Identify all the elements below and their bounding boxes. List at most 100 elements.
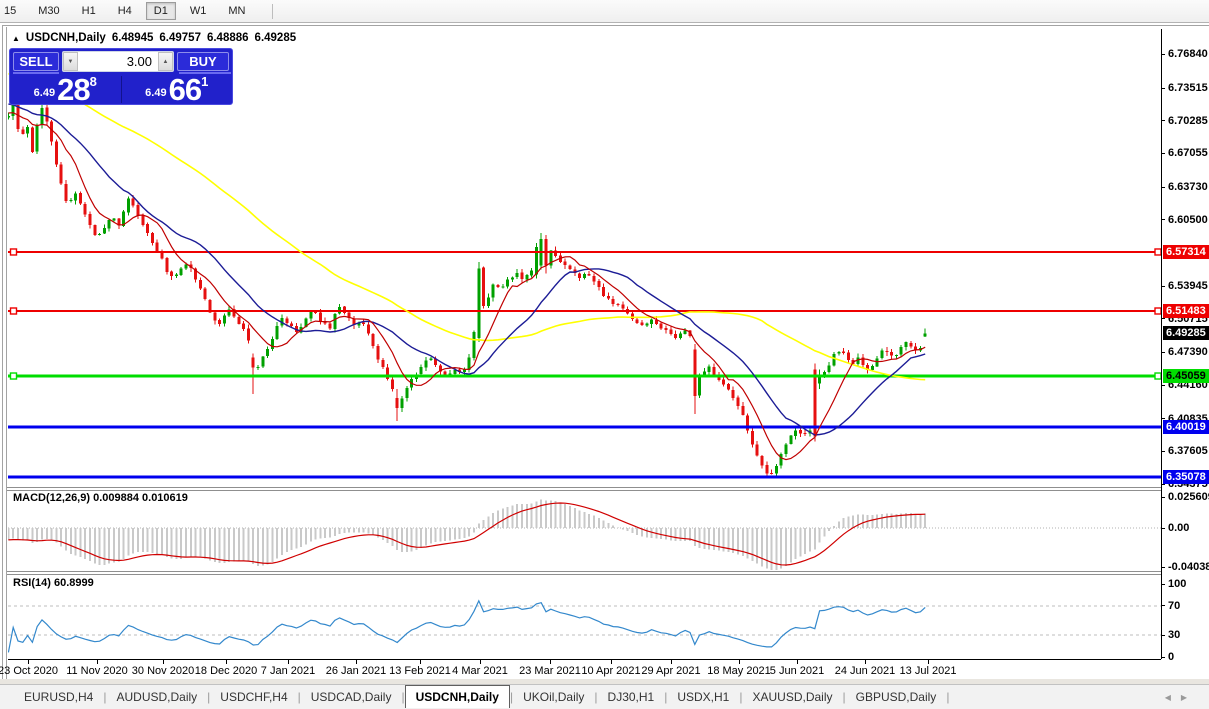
volume-input[interactable]: 3.00 xyxy=(78,54,158,69)
line-handle[interactable] xyxy=(11,373,17,379)
volume-increase-icon[interactable]: ▲ xyxy=(158,52,173,71)
chart-title: ▲ USDCNH,Daily 6.48945 6.49757 6.48886 6… xyxy=(12,31,302,45)
macd-pane-separator[interactable] xyxy=(7,487,1209,491)
chart-tab-dj30[interactable]: DJ30,H1 xyxy=(598,687,665,708)
chart-tab-bar: EURUSD,H4|AUDUSD,Daily|USDCHF,H4|USDCAD,… xyxy=(0,684,1209,709)
price-pane xyxy=(8,74,1161,477)
date-tick xyxy=(739,660,740,664)
chart-tab-eurusd[interactable]: EURUSD,H4 xyxy=(14,687,103,708)
timeframe-buttons: 15 M30 H1 H4 D1 W1 MN xyxy=(0,2,256,20)
date-tick xyxy=(550,660,551,664)
date-tick xyxy=(28,660,29,664)
macd-axis-tick: -0.040386 xyxy=(1162,560,1209,574)
price-tick: 6.67055 xyxy=(1162,146,1208,160)
symbol-marker-icon: ▲ xyxy=(12,34,20,43)
date-tick xyxy=(928,660,929,664)
timeframe-w1[interactable]: W1 xyxy=(182,2,215,20)
date-label: 10 Apr 2021 xyxy=(581,665,640,677)
rsi-axis-tick: 70 xyxy=(1162,599,1180,613)
bid-price-prefix: 6.49 xyxy=(34,88,55,102)
level-price-label: 6.57314 xyxy=(1163,245,1209,259)
date-tick xyxy=(797,660,798,664)
tab-scroll-arrows: ◀ ▶ xyxy=(1165,685,1187,709)
date-axis[interactable]: 23 Oct 202011 Nov 202030 Nov 202018 Dec … xyxy=(8,659,1161,679)
date-tick xyxy=(865,660,866,664)
ohlc-high: 6.49757 xyxy=(159,32,201,44)
volume-stepper: ▼ 3.00 ▲ xyxy=(62,51,174,72)
volume-decrease-icon[interactable]: ▼ xyxy=(63,52,78,71)
date-tick xyxy=(671,660,672,664)
timeframe-h1[interactable]: H1 xyxy=(74,2,104,20)
chart-border-left xyxy=(6,27,7,680)
price-tick: 6.60500 xyxy=(1162,213,1208,227)
price-tick: 6.63730 xyxy=(1162,180,1208,194)
timeframe-d1[interactable]: D1 xyxy=(146,2,176,20)
chart-tab-usdcad[interactable]: USDCAD,Daily xyxy=(301,687,402,708)
price-tick: 6.37605 xyxy=(1162,444,1208,458)
rsi-axis-tick: 0 xyxy=(1162,650,1174,664)
level-price-label: 6.51483 xyxy=(1163,304,1209,318)
price-axis[interactable]: 6.76840 6.73515 6.70285 6.67055 6.63730 6.605… xyxy=(1161,29,1209,659)
chart-tab-usdchf[interactable]: USDCHF,H4 xyxy=(210,687,297,708)
timeframe-toolbar: 15 M30 H1 H4 D1 W1 MN xyxy=(0,0,1209,23)
chart-symbol-period: USDCNH,Daily xyxy=(26,32,106,44)
tab-scroll-left-icon[interactable]: ◀ xyxy=(1165,693,1171,702)
date-label: 29 Apr 2021 xyxy=(641,665,700,677)
line-handle[interactable] xyxy=(11,308,17,314)
chart-tab-usdx[interactable]: USDX,H1 xyxy=(667,687,739,708)
ohlc-close: 6.49285 xyxy=(255,32,297,44)
sell-button[interactable]: SELL xyxy=(13,52,59,71)
date-tick xyxy=(480,660,481,664)
chart-tab-ukoil[interactable]: UKOil,Daily xyxy=(513,687,594,708)
one-click-trading-panel: SELL ▼ 3.00 ▲ BUY 6.49 28 8 6.49 66 1 xyxy=(9,48,233,105)
date-tick xyxy=(611,660,612,664)
chart-tab-xauusd[interactable]: XAUUSD,Daily xyxy=(742,687,842,708)
chart-canvas xyxy=(8,29,1161,659)
date-tick xyxy=(226,660,227,664)
rsi-indicator-label: RSI(14) 60.8999 xyxy=(13,577,94,589)
date-label: 7 Jan 2021 xyxy=(261,665,315,677)
chart-tab-audusd[interactable]: AUDUSD,Daily xyxy=(106,687,207,708)
macd-indicator-label: MACD(12,26,9) 0.009884 0.010619 xyxy=(13,492,188,504)
price-tick: 6.73515 xyxy=(1162,81,1208,95)
ma-8-line xyxy=(8,113,925,460)
macd-pane xyxy=(8,499,1161,570)
date-tick xyxy=(288,660,289,664)
timeframe-mn[interactable]: MN xyxy=(220,2,253,20)
price-tick: 6.53945 xyxy=(1162,279,1208,293)
date-label: 23 Oct 2020 xyxy=(0,665,58,677)
level-price-label: 6.35078 xyxy=(1163,470,1209,484)
tab-separator: | xyxy=(946,690,949,704)
ohlc-low: 6.48886 xyxy=(207,32,249,44)
line-handle[interactable] xyxy=(11,249,17,255)
tab-scroll-right-icon[interactable]: ▶ xyxy=(1181,693,1187,702)
price-tick: 6.76840 xyxy=(1162,47,1208,61)
date-label: 13 Feb 2021 xyxy=(389,665,451,677)
window-frame-left xyxy=(2,25,3,682)
bid-price[interactable]: 6.49 28 8 xyxy=(10,74,121,105)
ohlc-open: 6.48945 xyxy=(112,32,154,44)
date-label: 5 Jun 2021 xyxy=(770,665,824,677)
chart-tab-gbpusd[interactable]: GBPUSD,Daily xyxy=(846,687,947,708)
date-tick xyxy=(97,660,98,664)
level-price-label: 6.45059 xyxy=(1163,369,1209,383)
rsi-pane-separator[interactable] xyxy=(7,571,1209,575)
level-price-label: 6.40019 xyxy=(1163,420,1209,434)
window-frame-top xyxy=(2,25,1209,26)
timeframe-15[interactable]: 15 xyxy=(0,2,24,20)
price-tick: 6.70285 xyxy=(1162,114,1208,128)
ask-price-pipette: 1 xyxy=(201,75,208,88)
timeframe-h4[interactable]: H4 xyxy=(110,2,140,20)
buy-button[interactable]: BUY xyxy=(177,52,229,71)
price-tick: 6.47390 xyxy=(1162,345,1208,359)
ask-price-digits: 66 xyxy=(169,77,201,102)
rsi-axis-tick: 30 xyxy=(1162,628,1180,642)
chart-tab-usdcnh[interactable]: USDCNH,Daily xyxy=(405,685,510,708)
rsi-axis-tick: 100 xyxy=(1162,577,1186,591)
timeframe-m30[interactable]: M30 xyxy=(30,2,67,20)
date-label: 18 Dec 2020 xyxy=(195,665,257,677)
date-label: 30 Nov 2020 xyxy=(132,665,194,677)
ask-price[interactable]: 6.49 66 1 xyxy=(122,74,233,105)
date-tick xyxy=(420,660,421,664)
bid-price-digits: 28 xyxy=(57,77,89,102)
